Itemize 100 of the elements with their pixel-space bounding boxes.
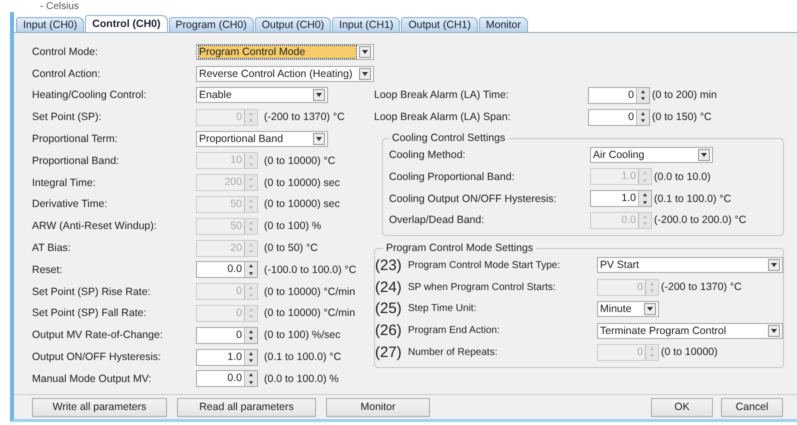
field-label: Set Point (SP) Fall Rate: xyxy=(32,307,148,320)
spin-field[interactable]: 1.0 xyxy=(196,348,258,366)
field-label: AT Bias: xyxy=(32,242,72,254)
spin-arrows-icon xyxy=(636,110,649,125)
spin-arrows-icon xyxy=(638,169,651,184)
caret-icon xyxy=(644,302,656,315)
range-text: (0 to 10000) °C/min xyxy=(264,286,356,298)
tab[interactable]: Output (CH0) xyxy=(254,17,332,32)
spin-field[interactable]: 0.0 xyxy=(196,261,258,278)
field-label: Overlap/Dead Band: xyxy=(389,214,486,226)
field-label: Number of Repeats: xyxy=(408,346,498,358)
spin-arrows-icon xyxy=(638,191,651,206)
dropdown[interactable]: Reverse Control Action (Heating) xyxy=(196,66,374,82)
field-label: Output ON/OFF Hysteresis: xyxy=(32,351,162,364)
dropdown[interactable]: Air Cooling xyxy=(590,147,713,164)
tab[interactable]: Input (CH1) xyxy=(332,17,400,32)
field-label: Program End Action: xyxy=(408,325,501,336)
dropdown[interactable]: Enable xyxy=(196,87,328,104)
group-title: Program Control Mode Settings xyxy=(385,242,534,254)
field-label: Cooling Output ON/OFF Hysteresis: xyxy=(389,192,558,205)
group-title: Cooling Control Settings xyxy=(391,132,506,144)
field-label: Control Mode: xyxy=(32,46,99,58)
field-label: Program Control Mode Start Type: xyxy=(408,260,562,271)
range-text: (0 to 10000) °C xyxy=(264,154,336,167)
field-label: Integral Time: xyxy=(32,176,97,189)
field-label: SP when Program Control Starts: xyxy=(408,282,557,293)
spin-arrows-icon xyxy=(638,212,651,228)
spin-field[interactable]: 0.0 xyxy=(196,370,258,388)
field-label: Loop Break Alarm (LA) Time: xyxy=(374,89,510,102)
item-number: (27) xyxy=(375,344,403,361)
spin-arrows-icon xyxy=(636,88,649,103)
caret-icon xyxy=(768,259,780,272)
dropdown[interactable]: Terminate Program Control xyxy=(597,322,783,339)
field-label: Proportional Band: xyxy=(32,154,120,167)
tab[interactable]: Monitor xyxy=(478,17,528,32)
spin-arrows-icon xyxy=(244,110,257,125)
field-label: Heating/Cooling Control: xyxy=(32,89,148,102)
range-text: (0.1 to 100.0) °C xyxy=(654,192,732,205)
dialog-button[interactable]: Cancel xyxy=(721,398,783,416)
range-text: (0 to 10000) sec xyxy=(264,198,340,210)
action-button[interactable]: Write all parameters xyxy=(32,398,167,416)
spin-arrows-icon xyxy=(244,153,257,168)
spin-field[interactable]: 0 xyxy=(196,326,258,344)
range-text: (-200 to 1370) °C xyxy=(661,281,742,294)
spin-arrows-icon xyxy=(645,344,658,360)
field-label: Proportional Term: xyxy=(32,133,119,146)
field-label: Cooling Proportional Band: xyxy=(389,170,516,183)
spin-field[interactable]: 0 xyxy=(588,86,650,104)
range-text: (0 to 10000) °C/min xyxy=(264,307,356,320)
action-button[interactable]: Read all parameters xyxy=(177,398,316,416)
item-number: (25) xyxy=(375,300,403,318)
field-label: Control Action: xyxy=(32,68,102,80)
dropdown[interactable]: PV Start xyxy=(597,257,783,274)
field-label: Reset: xyxy=(32,264,64,276)
item-number: (26) xyxy=(375,322,403,340)
item-number: (24) xyxy=(375,278,403,296)
field-label: ARW (Anti-Reset Windup): xyxy=(32,220,158,232)
range-text: (0 to 50) °C xyxy=(264,242,318,254)
spin-arrows-icon xyxy=(244,240,257,256)
spin-arrows-icon xyxy=(244,175,257,190)
range-text: (-200 to 1370) °C xyxy=(264,111,345,124)
caret-icon xyxy=(698,149,710,162)
spin-arrows-icon xyxy=(244,350,257,365)
range-text: (0 to 200) min xyxy=(652,89,717,102)
spin-arrows-icon xyxy=(244,306,257,321)
unit-text: - Celsius xyxy=(40,2,79,12)
caret-icon xyxy=(359,68,371,80)
spin-arrows-icon xyxy=(244,284,257,300)
dropdown[interactable]: Proportional Band xyxy=(196,131,328,148)
tab[interactable]: Control (CH0) xyxy=(85,15,168,32)
spin-arrows-icon xyxy=(244,196,257,212)
field-label: Output MV Rate-of-Change: xyxy=(32,329,164,342)
range-text: (0 to 150) °C xyxy=(652,111,712,124)
range-text: (0 to 100) %/sec xyxy=(264,329,340,342)
field-label: Step Time Unit: xyxy=(408,303,478,314)
spin-arrows-icon xyxy=(244,262,257,278)
item-number: (23) xyxy=(375,256,403,274)
dropdown[interactable]: Program Control Mode xyxy=(196,44,374,60)
range-text: (-200.0 to 200.0) °C xyxy=(654,214,746,226)
action-button[interactable]: Monitor xyxy=(326,398,430,416)
range-text: (0.0 to 10.0) xyxy=(654,170,711,183)
dialog-button[interactable]: OK xyxy=(651,398,713,416)
field-label: Set Point (SP) Rise Rate: xyxy=(32,286,152,298)
field-label: Manual Mode Output MV: xyxy=(32,372,152,385)
range-text: (0.0 to 100.0) % xyxy=(264,372,339,385)
dropdown[interactable]: Minute xyxy=(597,300,659,317)
spin-field[interactable]: 1.0 xyxy=(590,190,652,208)
range-text: (0 to 10000) xyxy=(661,346,718,358)
tab[interactable]: Program (CH0) xyxy=(168,17,254,32)
spin-field[interactable]: 0 xyxy=(588,108,650,126)
field-label: Derivative Time: xyxy=(32,198,108,210)
tab[interactable]: Input (CH0) xyxy=(16,17,84,32)
field-label: Set Point (SP): xyxy=(32,111,102,124)
spin-arrows-icon xyxy=(244,328,257,343)
field-label: Loop Break Alarm (LA) Span: xyxy=(374,111,512,124)
range-text: (0 to 10000) sec xyxy=(264,176,340,189)
tab[interactable]: Output (CH1) xyxy=(401,17,478,32)
range-text: (0 to 100) % xyxy=(264,220,322,232)
range-text: (0.1 to 100.0) °C xyxy=(264,351,342,364)
spin-arrows-icon xyxy=(645,280,658,295)
